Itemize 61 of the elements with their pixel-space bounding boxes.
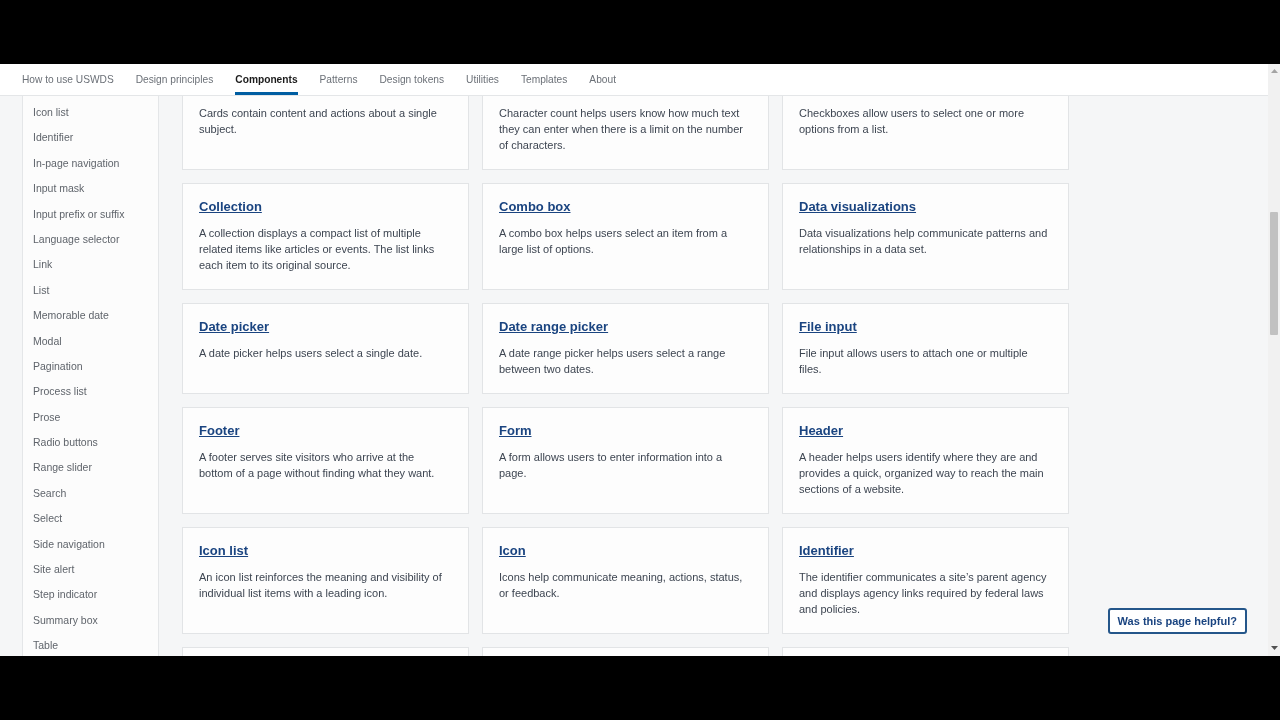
sidebar-link[interactable]: Input mask (33, 178, 85, 199)
sidebar-link[interactable]: Identifier (33, 127, 74, 148)
card-title-link[interactable]: Date range picker (499, 317, 609, 337)
card-description: Character count helps users know how much text they can enter when there is a limit on the number of characters. (499, 106, 744, 153)
sidebar-link[interactable]: Prose (33, 406, 61, 427)
card-title-link[interactable]: Combo box (499, 197, 571, 217)
sidebar-link[interactable]: Side navigation (33, 533, 105, 554)
nav-tab[interactable]: Design principles (135, 64, 214, 95)
scrollbar[interactable] (1268, 64, 1280, 656)
card-description: A date range picker helps users select a range between two dates. (499, 346, 727, 377)
sidebar-link[interactable]: Step indicator (33, 584, 98, 605)
sidebar-link[interactable]: Search (33, 482, 67, 503)
scrollbar-thumb[interactable] (1270, 212, 1278, 335)
card-description: An icon list reinforces the meaning and visibility of individual list items with a leading icon. (199, 570, 443, 601)
sidebar-link[interactable]: Modal (33, 330, 62, 351)
scroll-up-icon[interactable] (1270, 69, 1278, 73)
sidebar-link[interactable]: Link (33, 254, 53, 275)
card-description: A combo box helps users select an item from a large list of options. (499, 226, 729, 257)
card-description: File input allows users to attach one or multiple files. (799, 346, 1029, 377)
sidebar-link[interactable]: Radio buttons (33, 432, 98, 453)
nav-tab[interactable]: Patterns (319, 64, 358, 95)
card-title-link[interactable]: Icon list (199, 541, 249, 561)
card-description: Icons help communicate meaning, actions, status, or feedback. (499, 570, 744, 601)
scroll-down-icon[interactable] (1270, 646, 1278, 650)
sidebar-link[interactable]: Process list (33, 381, 87, 402)
sidebar-link[interactable]: Memorable date (33, 305, 109, 326)
card-title-link[interactable]: Date picker (199, 317, 270, 337)
sidebar-link[interactable]: Site alert (33, 559, 75, 580)
card-description: A collection displays a compact list of multiple related items like articles or events. The list links each item to its original source. (199, 226, 436, 273)
card-description: Data visualizations help communicate patterns and relationships in a data set. (799, 226, 1049, 257)
card-title-link[interactable]: Collection (199, 197, 262, 217)
sidebar-link[interactable]: Language selector (33, 228, 120, 249)
sidebar-link[interactable]: Summary box (33, 609, 98, 630)
card-title-link[interactable]: Data visualizations (799, 197, 917, 217)
sidebar-link[interactable]: Input prefix or suffix (33, 203, 125, 224)
card-description: Checkboxes allow users to select one or more options from a list. (799, 106, 1025, 137)
card-description: A date picker helps users select a single date. (199, 346, 424, 361)
card-description: The identifier communicates a site’s parent agency and displays agency links required by federal laws and policies. (799, 570, 1048, 617)
card-description: A form allows users to enter information into a page. (499, 450, 724, 481)
card-description: Cards contain content and actions about a single subject. (199, 106, 438, 137)
card-title-link[interactable]: Header (799, 421, 844, 441)
nav-tab[interactable]: About (589, 64, 616, 95)
card-description: A footer serves site visitors who arrive at the bottom of a page without finding what they want. (199, 450, 436, 481)
sidebar-link[interactable]: In-page navigation (33, 152, 120, 173)
nav-tab[interactable]: Utilities (466, 64, 499, 95)
feedback-button[interactable]: Was this page helpful? (1107, 608, 1247, 634)
card-title-link[interactable]: Form (499, 421, 532, 441)
card-title-link[interactable]: Icon (499, 541, 526, 561)
card-title-link[interactable]: Identifier (799, 541, 854, 561)
nav-tab[interactable]: Design tokens (379, 64, 445, 95)
sidebar-link[interactable]: Pagination (33, 355, 83, 376)
card-title-link[interactable]: File input (799, 317, 857, 337)
card-description: A header helps users identify where they are and provides a quick, organized way to reach the main sections of a website. (799, 450, 1045, 497)
sidebar-link[interactable]: List (33, 279, 50, 300)
nav-tab[interactable]: How to use USWDS (22, 64, 114, 95)
sidebar-link[interactable]: Icon list (33, 102, 69, 122)
nav-tab[interactable]: Templates (520, 64, 568, 95)
sidebar-link[interactable]: Range slider (33, 457, 92, 478)
sidebar-link[interactable]: Select (33, 508, 63, 529)
card-title-link[interactable]: Footer (199, 421, 240, 441)
sidebar-link[interactable]: Table (33, 635, 59, 656)
